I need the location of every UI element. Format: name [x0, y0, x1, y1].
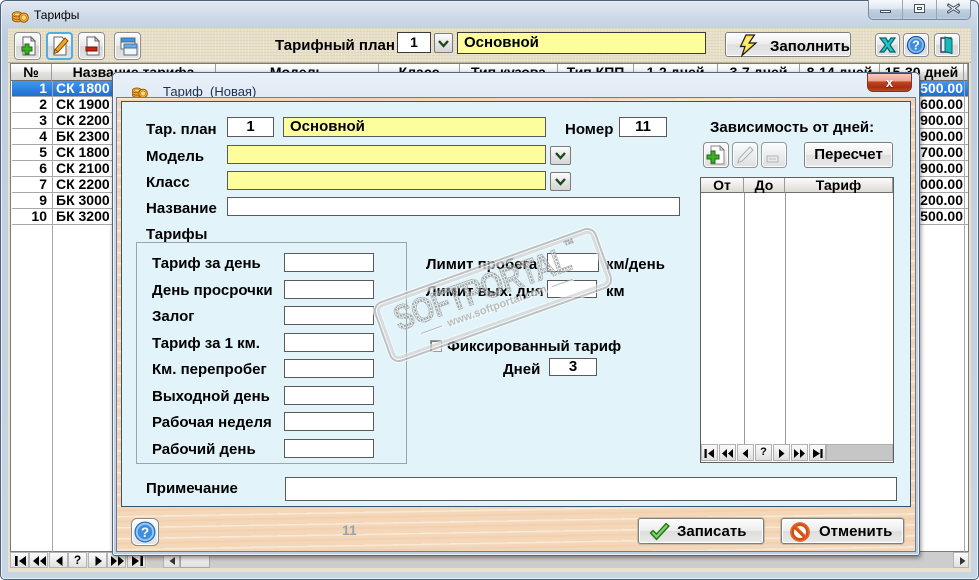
- svg-text:?: ?: [912, 38, 920, 52]
- svg-text:?: ?: [141, 525, 149, 540]
